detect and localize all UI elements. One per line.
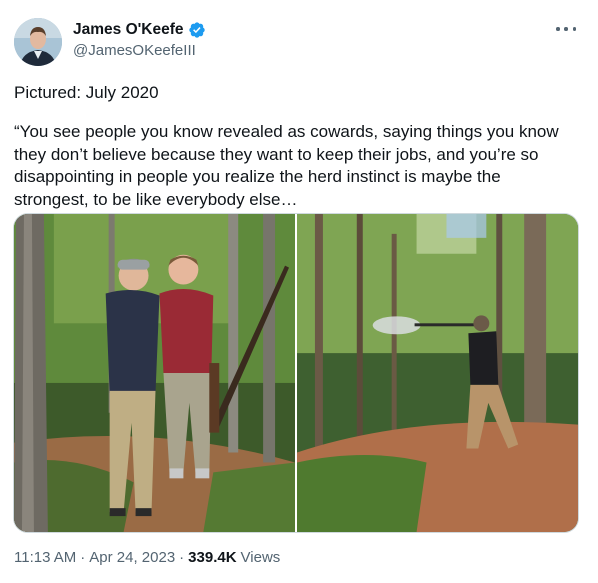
more-dot (564, 27, 568, 31)
more-options-icon[interactable] (556, 22, 576, 36)
photo-left[interactable] (14, 214, 295, 532)
author-display-name[interactable]: James O'Keefe (73, 21, 184, 39)
verified-badge-icon (188, 21, 206, 39)
author-block: James O'Keefe @JamesOKeefeIII (73, 20, 206, 59)
views-label: Views (240, 549, 281, 566)
tweet-date[interactable]: Apr 24, 2023 (89, 549, 175, 566)
avatar[interactable] (14, 18, 62, 66)
separator-dot: · (179, 549, 185, 566)
more-dot (556, 27, 560, 31)
tweet-card: James O'Keefe @JamesOKeefeIII Pictured: … (0, 0, 598, 583)
author-handle[interactable]: @JamesOKeefeIII (73, 42, 206, 59)
photo-right-image (297, 214, 578, 532)
tweet-meta: 11:13 AM · Apr 24, 2023 · 339.4K Views (14, 549, 280, 566)
avatar-image (14, 18, 62, 66)
tweet-time[interactable]: 11:13 AM (14, 549, 76, 566)
views-count: 339.4K (188, 549, 237, 566)
more-dot (572, 27, 576, 31)
tweet-quote-text: “You see people you know revealed as cow… (14, 122, 559, 209)
tweet-text-line: Pictured: July 2020 (14, 83, 159, 102)
media-grid (13, 213, 579, 533)
photo-right[interactable] (297, 214, 578, 532)
separator-dot: · (80, 549, 86, 566)
photo-left-image (14, 214, 295, 532)
